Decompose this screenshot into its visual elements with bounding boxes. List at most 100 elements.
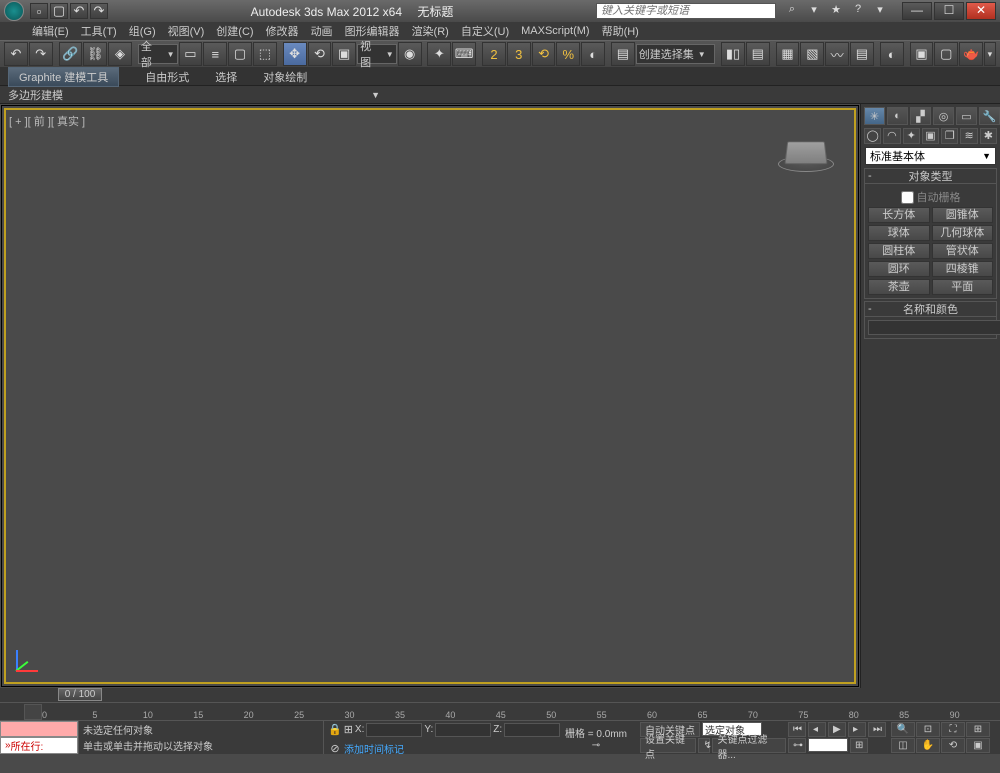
motion-tab-icon[interactable]: ◎: [933, 107, 954, 125]
render-production-icon[interactable]: 🫖: [959, 42, 983, 66]
search-input[interactable]: [596, 3, 776, 19]
qat-open-icon[interactable]: ▢: [50, 3, 68, 19]
help-icon[interactable]: ?: [850, 3, 866, 19]
zoom-all-icon[interactable]: ⊡: [916, 722, 940, 737]
editnamed-sel-icon[interactable]: ▤: [611, 42, 635, 66]
cone-button[interactable]: 圆锥体: [932, 207, 994, 223]
ribbon-tab-freeform[interactable]: 自由形式: [145, 69, 189, 85]
utilities-tab-icon[interactable]: 🔧: [979, 107, 1000, 125]
qat-new-icon[interactable]: ▫: [30, 3, 48, 19]
select-region-icon[interactable]: ▢: [228, 42, 252, 66]
box-button[interactable]: 长方体: [868, 207, 930, 223]
menu-help[interactable]: 帮助(H): [600, 23, 641, 39]
help-arrow-icon[interactable]: ▾: [872, 3, 888, 19]
torus-button[interactable]: 圆环: [868, 261, 930, 277]
ribbon-tab-objectpaint[interactable]: 对象绘制: [263, 69, 307, 85]
setkey-button[interactable]: 设置关键点: [640, 738, 696, 753]
pan-icon[interactable]: ✋: [916, 738, 940, 753]
plane-button[interactable]: 平面: [932, 279, 994, 295]
select-by-name-icon[interactable]: ≡: [203, 42, 227, 66]
unlink-icon[interactable]: ⛓: [83, 42, 107, 66]
undo-icon[interactable]: ↶: [4, 42, 28, 66]
ribbon-expand-icon[interactable]: ▼: [371, 90, 380, 100]
viewcube[interactable]: [778, 130, 834, 170]
zoom-extents-icon[interactable]: ⛶: [941, 722, 965, 737]
geosphere-button[interactable]: 几何球体: [932, 225, 994, 241]
time-slider-thumb[interactable]: 0 / 100: [58, 688, 102, 701]
rendered-frame-icon[interactable]: ▢: [934, 42, 958, 66]
infocenter-arrow-icon[interactable]: ▾: [806, 3, 822, 19]
align-icon[interactable]: ▤: [746, 42, 770, 66]
manipulate-icon[interactable]: ✦: [427, 42, 451, 66]
rollout-object-type[interactable]: 对象类型: [864, 168, 997, 184]
pivot-center-icon[interactable]: ◉: [398, 42, 422, 66]
display-tab-icon[interactable]: ▭: [956, 107, 977, 125]
helpers-icon[interactable]: ❐: [941, 128, 958, 144]
zoom-extents-all-icon[interactable]: ⊞: [966, 722, 990, 737]
menu-edit[interactable]: 编辑(E): [30, 23, 71, 39]
next-frame-icon[interactable]: ▸: [848, 722, 866, 737]
prev-frame-icon[interactable]: ◂: [808, 722, 826, 737]
close-button[interactable]: ✕: [966, 2, 996, 20]
ribbon-tab-graphite[interactable]: Graphite 建模工具: [8, 67, 119, 87]
keyboard-shortcut-icon[interactable]: ⌨: [452, 42, 476, 66]
script-mini-listener[interactable]: [0, 721, 78, 737]
bind-spacewarp-icon[interactable]: ◈: [108, 42, 132, 66]
maximize-button[interactable]: ☐: [934, 2, 964, 20]
menu-maxscript[interactable]: MAXScript(M): [519, 25, 591, 37]
qat-undo-icon[interactable]: ↶: [70, 3, 88, 19]
ribbon-panel-label[interactable]: 多边形建模: [8, 87, 63, 103]
fov-icon[interactable]: ◫: [891, 738, 915, 753]
lights-icon[interactable]: ✦: [903, 128, 920, 144]
qat-redo-icon[interactable]: ↷: [90, 3, 108, 19]
link-icon[interactable]: 🔗: [59, 42, 83, 66]
time-slider[interactable]: 0 / 100: [0, 688, 1000, 702]
isolate-icon[interactable]: ⊘: [328, 742, 342, 755]
schematic-view-icon[interactable]: ▤: [850, 42, 874, 66]
coord-y-input[interactable]: [435, 723, 491, 737]
snap-2d-icon[interactable]: 2: [482, 42, 506, 66]
cylinder-button[interactable]: 圆柱体: [868, 243, 930, 259]
current-frame-input[interactable]: [808, 738, 848, 752]
teapot-button[interactable]: 茶壶: [868, 279, 930, 295]
coord-display-icon[interactable]: ⊞: [344, 723, 353, 736]
goto-end-icon[interactable]: ⏭: [868, 722, 886, 737]
orbit-icon[interactable]: ⟲: [941, 738, 965, 753]
shapes-icon[interactable]: ◠: [883, 128, 900, 144]
geometry-icon[interactable]: ◯: [864, 128, 881, 144]
add-time-tag[interactable]: 添加时间标记: [344, 741, 404, 756]
lock-selection-icon[interactable]: 🔒: [328, 723, 342, 736]
pyramid-button[interactable]: 四棱锥: [932, 261, 994, 277]
selection-filter-dropdown[interactable]: 全部▼: [138, 44, 178, 64]
create-tab-icon[interactable]: ✳: [864, 107, 885, 125]
curve-editor-icon[interactable]: 〰: [825, 42, 849, 66]
viewport[interactable]: [ + ][ 前 ][ 真实 ]: [4, 108, 856, 684]
setkey-large-icon[interactable]: ↯: [698, 738, 710, 753]
named-selection-dropdown[interactable]: 创建选择集▼: [636, 44, 715, 64]
cameras-icon[interactable]: ▣: [922, 128, 939, 144]
viewport-label[interactable]: [ + ][ 前 ][ 真实 ]: [9, 113, 85, 129]
keymode-toggle-icon[interactable]: ⊶: [788, 738, 806, 753]
select-move-icon[interactable]: ✥: [283, 42, 307, 66]
maximize-viewport-icon[interactable]: ▣: [966, 738, 990, 753]
app-menu-icon[interactable]: [4, 1, 24, 21]
menu-rendering[interactable]: 渲染(R): [410, 23, 451, 39]
menu-create[interactable]: 创建(C): [214, 23, 255, 39]
zoom-icon[interactable]: 🔍: [891, 722, 915, 737]
refcoord-dropdown[interactable]: 视图▼: [357, 44, 397, 64]
window-crossing-icon[interactable]: ⬚: [253, 42, 277, 66]
material-editor-icon[interactable]: ◐: [880, 42, 904, 66]
minimize-button[interactable]: —: [902, 2, 932, 20]
object-name-input[interactable]: [868, 320, 1000, 335]
snap-3d-icon[interactable]: 3: [507, 42, 531, 66]
select-scale-icon[interactable]: ▣: [332, 42, 356, 66]
layer-manager-icon[interactable]: ▦: [776, 42, 800, 66]
angle-snap-icon[interactable]: ⟲: [532, 42, 556, 66]
graphite-toggle-icon[interactable]: ▧: [800, 42, 824, 66]
percent-snap-icon[interactable]: %: [556, 42, 580, 66]
menu-customize[interactable]: 自定义(U): [459, 23, 511, 39]
tube-button[interactable]: 管状体: [932, 243, 994, 259]
script-output[interactable]: »所在行:: [0, 737, 78, 754]
render-flyout-icon[interactable]: ▾: [984, 42, 996, 66]
trackbar-toggle-icon[interactable]: [24, 704, 42, 720]
